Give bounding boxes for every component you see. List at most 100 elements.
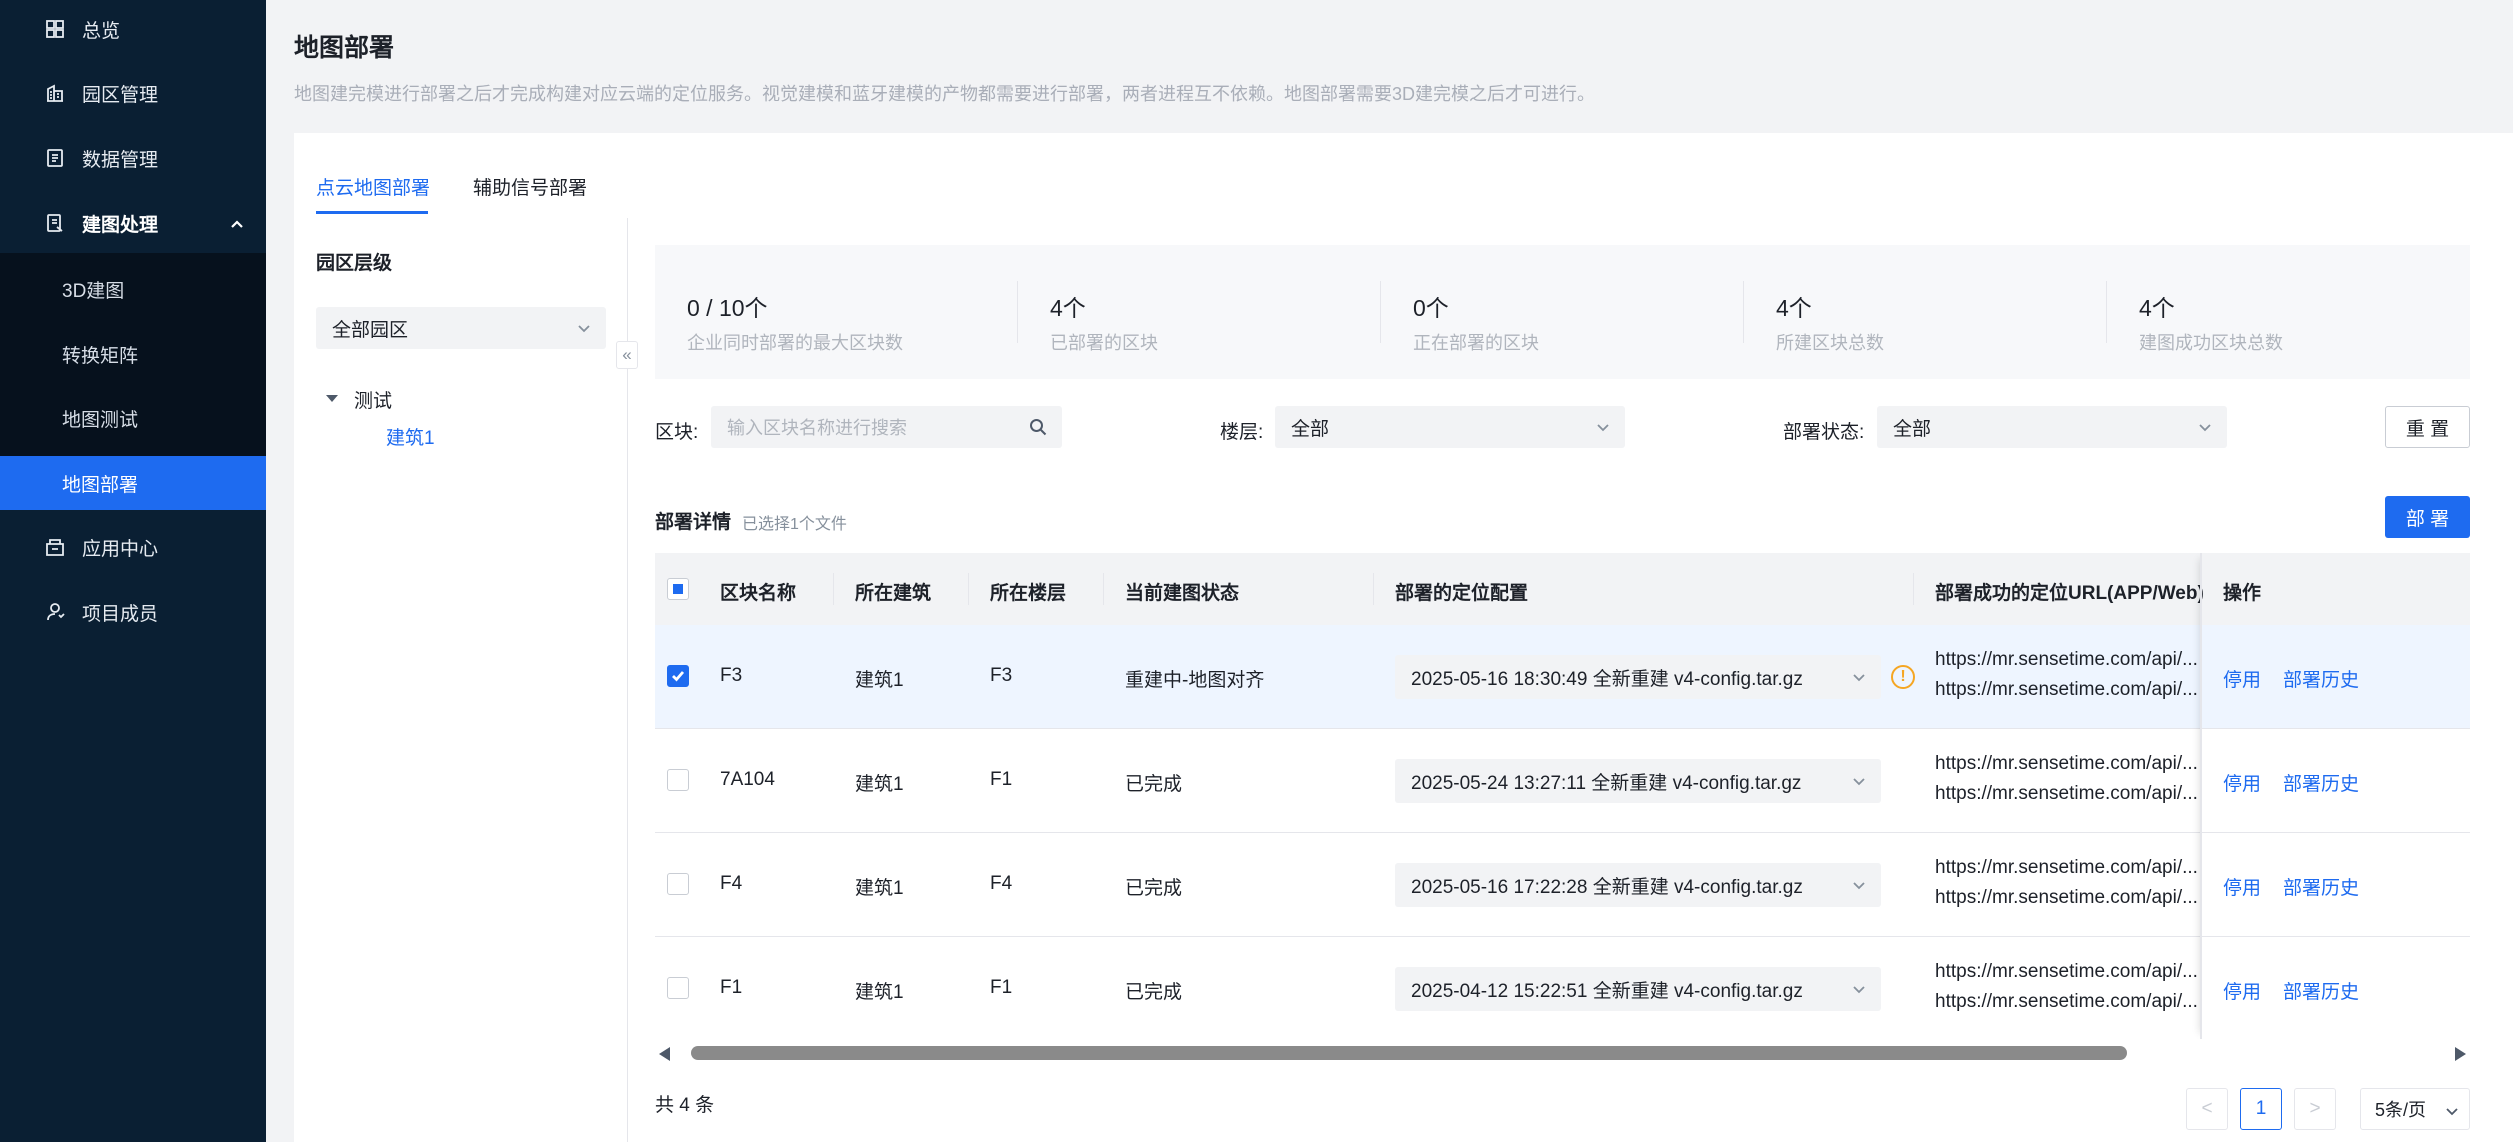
stat-label: 企业同时部署的最大区块数	[687, 333, 903, 353]
stat-value: 0个	[1413, 295, 1449, 321]
block-search-input[interactable]: 输入区块名称进行搜索	[711, 406, 1062, 448]
config-select[interactable]: 2025-05-16 17:22:28 全新重建 v4-config.tar.g…	[1395, 863, 1881, 907]
park-select[interactable]: 全部园区	[316, 307, 606, 349]
table-row[interactable]: F3 建筑1 F3 重建中-地图对齐 2025-05-16 18:30:49 全…	[655, 625, 2470, 729]
floor-filter-label: 楼层:	[1220, 422, 1264, 443]
cell-block: F3	[720, 665, 743, 686]
scroll-left-arrow-icon[interactable]	[659, 1047, 670, 1061]
prev-page-button[interactable]: <	[2186, 1088, 2228, 1130]
reset-button[interactable]: 重 置	[2385, 406, 2470, 448]
next-page-button[interactable]: >	[2294, 1088, 2336, 1130]
cell-floor: F3	[990, 665, 1013, 686]
user-icon	[44, 601, 66, 623]
tab-active-indicator	[316, 211, 428, 214]
fixed-operations-column	[2200, 553, 2470, 1039]
row-checkbox[interactable]	[667, 977, 689, 999]
stats-panel: 0 / 10个 企业同时部署的最大区块数 4个 已部署的区块 0个 正在部署的区…	[655, 245, 2470, 379]
stat-label: 已部署的区块	[1050, 333, 1158, 353]
cell-building: 建筑1	[855, 878, 904, 899]
warning-icon[interactable]: !	[1891, 665, 1915, 689]
deploy-button[interactable]: 部 署	[2385, 496, 2470, 538]
chevron-down-icon	[2197, 419, 2213, 435]
column-divider	[833, 573, 834, 605]
chevron-down-icon	[1851, 877, 1867, 893]
column-divider	[968, 573, 969, 605]
deploy-table: 区块名称 所在建筑 所在楼层 当前建图状态 部署的定位配置 部署成功的定位URL…	[655, 553, 2470, 1039]
sidebar-item-label: 应用中心	[82, 538, 159, 560]
cell-url: https://mr.sensetime.com/api/...	[1935, 857, 2198, 878]
config-select[interactable]: 2025-04-12 15:22:51 全新重建 v4-config.tar.g…	[1395, 967, 1881, 1011]
column-divider	[1913, 573, 1914, 605]
sidebar-item-data-management[interactable]: 数据管理	[0, 131, 266, 185]
scroll-right-arrow-icon[interactable]	[2455, 1047, 2466, 1061]
tab-pointcloud-deploy[interactable]: 点云地图部署	[316, 173, 430, 200]
cell-status: 已完成	[1125, 774, 1183, 795]
cell-floor: F4	[990, 873, 1013, 894]
block-search-placeholder: 输入区块名称进行搜索	[727, 418, 907, 438]
sidebar-item-project-members[interactable]: 项目成员	[0, 585, 266, 639]
cell-status: 重建中-地图对齐	[1125, 670, 1265, 691]
sidebar-item-label: 园区管理	[82, 84, 159, 106]
cell-status: 已完成	[1125, 982, 1183, 1003]
tree-title: 园区层级	[316, 253, 393, 274]
config-value: 2025-05-24 13:27:11 全新重建 v4-config.tar.g…	[1411, 772, 1802, 794]
chevron-down-icon	[1851, 669, 1867, 685]
sidebar-item-overview[interactable]: 总览	[0, 2, 266, 56]
cell-url: https://mr.sensetime.com/api/...	[1935, 991, 2198, 1012]
select-all-checkbox[interactable]	[667, 578, 689, 600]
caret-down-icon[interactable]	[326, 395, 338, 402]
cell-url: https://mr.sensetime.com/api/...	[1935, 961, 2198, 982]
sidebar-subitem-transform-matrix[interactable]: 转换矩阵	[0, 327, 266, 381]
cell-building: 建筑1	[855, 774, 904, 795]
stat-max-blocks: 0 / 10个 企业同时部署的最大区块数	[655, 245, 1017, 379]
horizontal-scrollbar[interactable]	[655, 1041, 2470, 1065]
building-icon	[44, 82, 66, 104]
stat-success-blocks: 4个 建图成功区块总数	[2107, 245, 2469, 379]
page-1-button[interactable]: 1	[2240, 1088, 2282, 1130]
config-select[interactable]: 2025-05-24 13:27:11 全新重建 v4-config.tar.g…	[1395, 759, 1881, 803]
page-description: 地图建完模进行部署之后才完成构建对应云端的定位服务。视觉建模和蓝牙建模的产物都需…	[294, 84, 1596, 104]
row-checkbox[interactable]	[667, 769, 689, 791]
cell-floor: F1	[990, 977, 1013, 998]
floor-select[interactable]: 全部	[1275, 406, 1625, 448]
config-select[interactable]: 2025-05-16 18:30:49 全新重建 v4-config.tar.g…	[1395, 655, 1881, 699]
column-header: 区块名称	[720, 583, 797, 604]
cell-block: 7A104	[720, 769, 775, 790]
deploy-details-title: 部署详情	[655, 512, 732, 533]
tree-node-root[interactable]: 测试	[354, 386, 392, 413]
row-checkbox[interactable]	[667, 665, 689, 687]
column-divider	[1373, 573, 1374, 605]
sidebar-subitem-map-test[interactable]: 地图测试	[0, 391, 266, 445]
table-row[interactable]: F1 建筑1 F1 已完成 2025-04-12 15:22:51 全新重建 v…	[655, 937, 2470, 1039]
tree-node-building[interactable]: 建筑1	[386, 423, 435, 450]
selected-count: 已选择1个文件	[742, 516, 847, 533]
deploy-status-select[interactable]: 全部	[1877, 406, 2227, 448]
cell-building: 建筑1	[855, 982, 904, 1003]
table-row[interactable]: 7A104 建筑1 F1 已完成 2025-05-24 13:27:11 全新重…	[655, 729, 2470, 833]
sidebar-subitem-label: 地图部署	[62, 474, 139, 496]
sidebar-item-app-center[interactable]: 应用中心	[0, 520, 266, 574]
collapse-panel-button[interactable]: «	[616, 341, 638, 369]
column-header: 部署的定位配置	[1395, 583, 1529, 604]
cell-url: https://mr.sensetime.com/api/...	[1935, 753, 2198, 774]
grid-icon	[44, 18, 66, 40]
sidebar-subitem-3d-mapping[interactable]: 3D建图	[0, 262, 266, 316]
sidebar-subitem-map-deploy[interactable]: 地图部署	[0, 456, 266, 510]
stat-value: 4个	[2139, 295, 2175, 321]
data-icon	[44, 147, 66, 169]
search-icon[interactable]	[1028, 417, 1048, 437]
config-value: 2025-05-16 17:22:28 全新重建 v4-config.tar.g…	[1411, 876, 1803, 898]
sidebar-item-park-management[interactable]: 园区管理	[0, 66, 266, 120]
chevron-down-icon	[1595, 419, 1611, 435]
column-divider	[1103, 573, 1104, 605]
sidebar-item-map-processing[interactable]: 建图处理	[0, 196, 266, 250]
row-checkbox[interactable]	[667, 873, 689, 895]
sidebar-subitem-label: 3D建图	[62, 280, 125, 302]
page-size-select[interactable]: 5条/页	[2360, 1088, 2470, 1130]
stat-label: 建图成功区块总数	[2139, 333, 2283, 353]
tab-aux-signal-deploy[interactable]: 辅助信号部署	[473, 173, 587, 200]
table-row[interactable]: F4 建筑1 F4 已完成 2025-05-16 17:22:28 全新重建 v…	[655, 833, 2470, 937]
column-header: 所在建筑	[855, 583, 932, 604]
column-header: 部署成功的定位URL(APP/Web)	[1935, 583, 2204, 604]
scrollbar-thumb[interactable]	[691, 1046, 2127, 1060]
